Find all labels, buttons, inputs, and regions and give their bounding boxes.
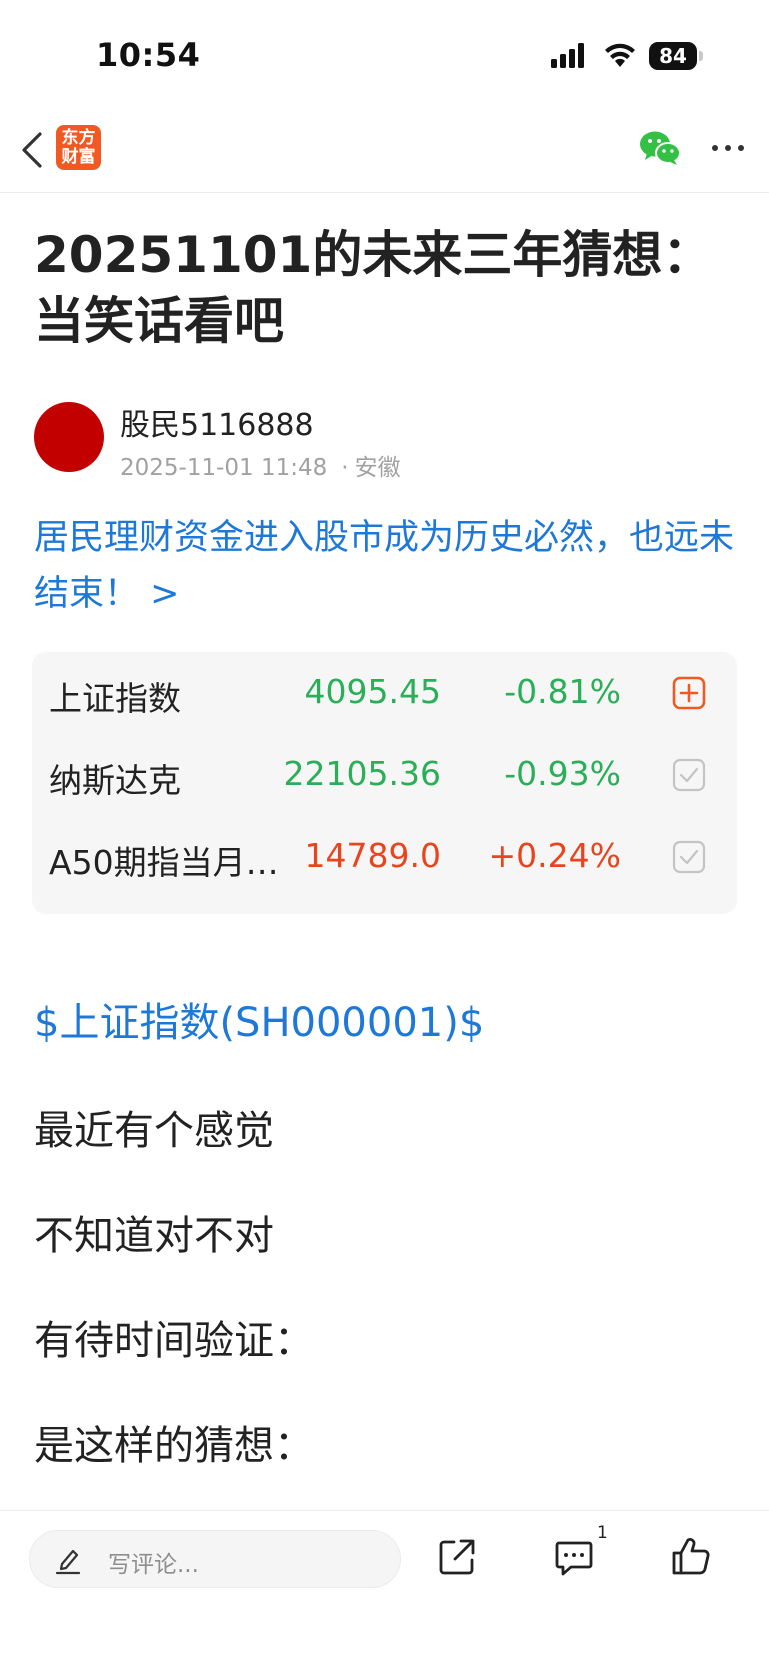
quote-card: 上证指数 4095.45 -0.81% 纳斯达克 22105.36 -0.93%… xyxy=(32,652,737,914)
quote-price: 22105.36 xyxy=(283,754,441,793)
article-title: 20251101的未来三年猜想：当笑话看吧 xyxy=(34,226,713,350)
add-watchlist-plus-icon[interactable] xyxy=(672,676,706,710)
app-logo: 东方 财富 xyxy=(56,125,101,170)
wifi-icon xyxy=(605,43,635,67)
wechat-icon[interactable] xyxy=(638,128,682,168)
more-icon[interactable] xyxy=(708,136,748,160)
comment-input[interactable]: 写评论... xyxy=(29,1530,401,1588)
logo-line-2: 财富 xyxy=(61,147,96,167)
battery-cap xyxy=(699,51,703,61)
logo-line-1: 东方 xyxy=(61,128,96,148)
body-line: 有待时间验证： xyxy=(34,1318,314,1364)
nav-bar: 东方 财富 xyxy=(0,110,769,193)
author-avatar[interactable] xyxy=(34,402,104,472)
comment-icon[interactable] xyxy=(554,1537,594,1577)
post-meta: 2025-11-01 11:48 · 安徽 xyxy=(120,448,401,482)
body-line: 最近有个感觉 xyxy=(34,1108,274,1154)
promo-link[interactable]: 居民理财资金进入股市成为历史必然，也远未结束！ > xyxy=(34,510,744,622)
battery-indicator: 84 xyxy=(649,42,697,70)
comment-placeholder: 写评论... xyxy=(108,1552,199,1578)
post-location: 安徽 xyxy=(354,455,401,481)
bottom-action-bar: 写评论... 1 xyxy=(0,1510,769,1666)
quote-price: 14789.0 xyxy=(304,836,441,875)
share-icon[interactable] xyxy=(437,1537,477,1577)
quote-name: 纳斯达克 xyxy=(49,761,181,800)
quote-row[interactable]: 纳斯达克 22105.36 -0.93% xyxy=(32,734,737,816)
author-name[interactable]: 股民5116888 xyxy=(120,400,314,444)
like-icon[interactable] xyxy=(670,1535,712,1577)
post-date: 2025-11-01 11:48 xyxy=(120,455,328,481)
meta-separator: · xyxy=(341,455,349,481)
comment-count: 1 xyxy=(597,1523,608,1543)
quote-change: +0.24% xyxy=(488,836,621,875)
added-watchlist-check-icon[interactable] xyxy=(672,840,706,874)
status-time: 10:54 xyxy=(96,36,201,74)
back-icon[interactable] xyxy=(14,128,50,172)
quote-change: -0.93% xyxy=(504,754,621,793)
quote-price: 4095.45 xyxy=(304,672,441,711)
pen-icon xyxy=(55,1549,81,1575)
quote-change: -0.81% xyxy=(504,672,621,711)
status-bar: 10:54 84 xyxy=(0,0,769,110)
quote-name: A50期指当月… xyxy=(49,843,279,882)
body-line: 不知道对不对 xyxy=(34,1213,274,1259)
added-watchlist-check-icon[interactable] xyxy=(672,758,706,792)
cellular-signal-icon xyxy=(551,43,584,68)
stock-link[interactable]: $上证指数(SH000001)$ xyxy=(34,990,484,1048)
quote-name: 上证指数 xyxy=(49,679,181,718)
quote-row[interactable]: 上证指数 4095.45 -0.81% xyxy=(32,652,737,734)
quote-row[interactable]: A50期指当月… 14789.0 +0.24% xyxy=(32,816,737,898)
body-line: 是这样的猜想： xyxy=(34,1423,314,1469)
